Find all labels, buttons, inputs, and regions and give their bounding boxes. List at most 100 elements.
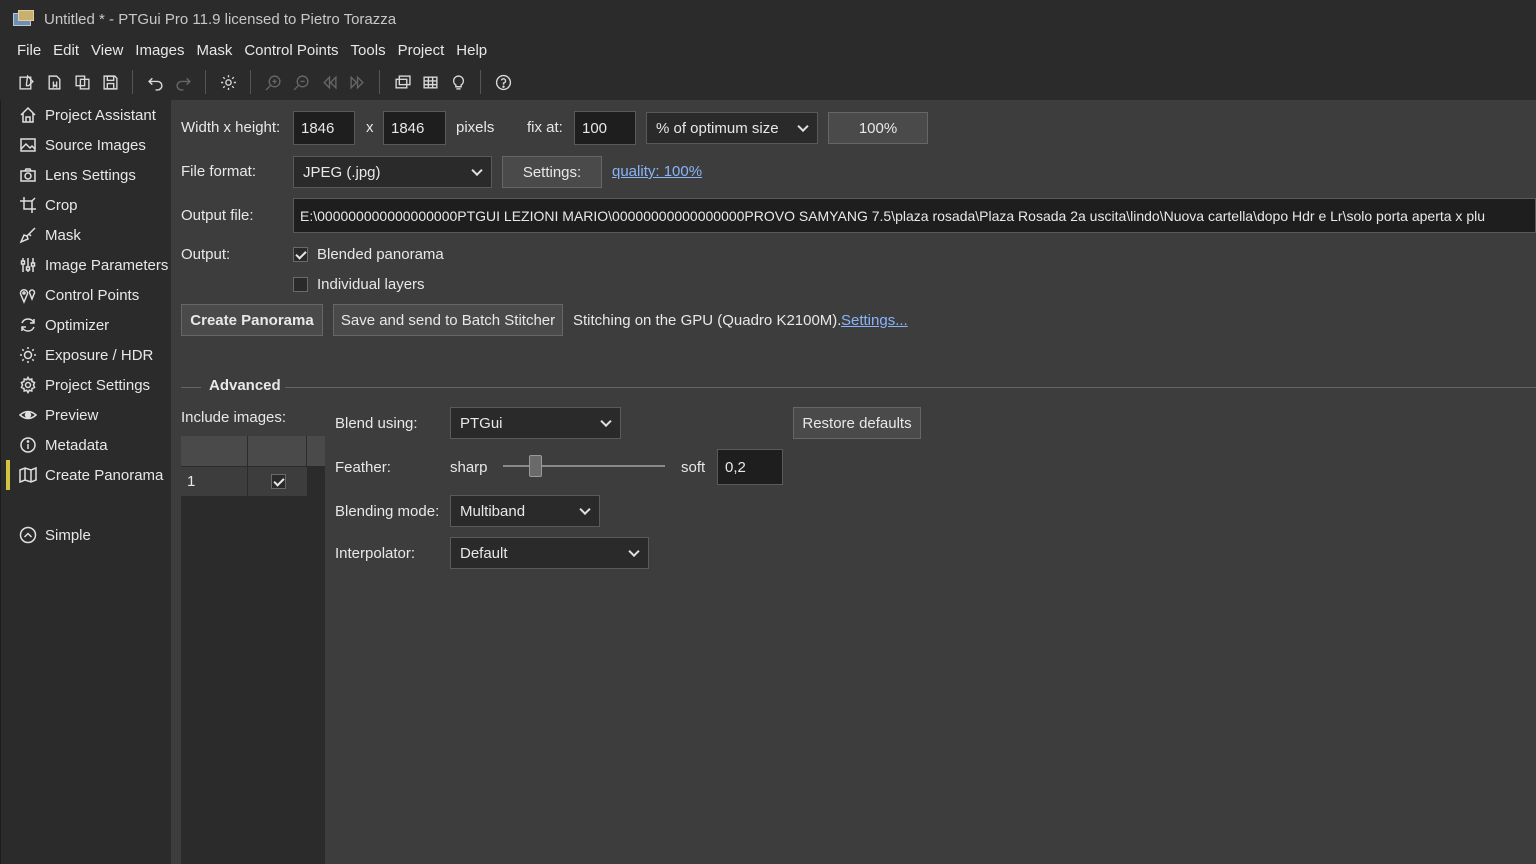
redo-icon[interactable] — [169, 68, 197, 96]
blended-panorama-checkbox[interactable] — [293, 247, 308, 262]
control-points-icon — [18, 285, 38, 305]
menu-edit[interactable]: Edit — [47, 39, 85, 63]
sharp-label: sharp — [450, 459, 488, 476]
sidebar-item-source-images[interactable]: Source Images — [1, 130, 171, 160]
blend-using-select[interactable]: PTGui — [450, 407, 621, 439]
settings-gear-icon[interactable] — [214, 68, 242, 96]
sidebar-item-label: Preview — [45, 406, 99, 424]
brush-icon — [18, 225, 38, 245]
soft-label: soft — [681, 459, 706, 476]
menu-control-points[interactable]: Control Points — [238, 39, 344, 63]
individual-layers-checkbox[interactable] — [293, 277, 308, 292]
sidebar-item-label: Optimizer — [45, 316, 110, 334]
include-images-label: Include images: — [181, 409, 287, 426]
x-separator-label: x — [366, 119, 374, 136]
interpolator-select[interactable]: Default — [450, 537, 649, 569]
sidebar-item-label: Source Images — [45, 136, 146, 154]
output-file-input[interactable]: E:\000000000000000000PTGUI LEZIONI MARIO… — [293, 198, 1536, 233]
sidebar-item-create-panorama[interactable]: Create Panorama — [1, 460, 171, 490]
width-input[interactable]: 1846 — [293, 111, 355, 145]
advanced-divider-left — [181, 387, 201, 388]
percent-button[interactable]: 100% — [828, 112, 928, 144]
help-icon[interactable] — [489, 68, 517, 96]
create-panorama-panel: Width x height: 1846 x 1846 pixels fix a… — [171, 100, 1536, 864]
sidebar-item-mask[interactable]: Mask — [1, 220, 171, 250]
menu-mask[interactable]: Mask — [190, 39, 238, 63]
fix-mode-select[interactable]: % of optimum size — [646, 112, 818, 144]
width-height-label: Width x height: — [181, 119, 281, 136]
previous-image-icon[interactable] — [315, 68, 343, 96]
sidebar-item-label: Crop — [45, 196, 78, 214]
image-index: 1 — [181, 467, 248, 497]
blending-mode-label: Blending mode: — [335, 503, 440, 520]
blending-mode-select[interactable]: Multiband — [450, 495, 600, 527]
sidebar-item-exposure-hdr[interactable]: Exposure / HDR — [1, 340, 171, 370]
sliders-icon — [18, 255, 38, 275]
interpolator-label: Interpolator: — [335, 545, 416, 562]
feather-slider-track[interactable] — [503, 465, 665, 467]
batch-stitcher-button[interactable]: Save and send to Batch Stitcher — [333, 304, 563, 336]
next-image-icon[interactable] — [343, 68, 371, 96]
output-label: Output: — [181, 246, 231, 263]
fix-at-label: fix at: — [527, 119, 563, 136]
output-file-label: Output file: — [181, 207, 254, 224]
feather-slider-handle[interactable] — [529, 455, 542, 477]
eye-icon — [18, 405, 38, 425]
open-template-icon[interactable] — [40, 68, 68, 96]
file-format-select[interactable]: JPEG (.jpg) — [293, 156, 492, 188]
menu-file[interactable]: File — [11, 39, 47, 63]
toolbar-separator — [205, 70, 206, 94]
camera-icon — [18, 165, 38, 185]
chevron-down-icon — [471, 164, 483, 177]
save-icon[interactable] — [96, 68, 124, 96]
height-input[interactable]: 1846 — [383, 111, 446, 145]
chevron-down-icon — [797, 120, 809, 133]
sidebar-item-project-settings[interactable]: Project Settings — [1, 370, 171, 400]
sidebar-item-optimizer[interactable]: Optimizer — [1, 310, 171, 340]
sidebar-item-label: Control Points — [45, 286, 140, 304]
zoom-out-icon[interactable] — [287, 68, 315, 96]
undo-icon[interactable] — [141, 68, 169, 96]
sidebar-item-lens-settings[interactable]: Lens Settings — [1, 160, 171, 190]
menu-project[interactable]: Project — [392, 39, 451, 63]
sidebar-item-image-parameters[interactable]: Image Parameters — [1, 250, 171, 280]
fix-at-input[interactable]: 100 — [574, 111, 636, 145]
format-settings-button[interactable]: Settings: — [502, 156, 602, 188]
toolbar-separator — [132, 70, 133, 94]
include-image-checkbox[interactable] — [271, 474, 286, 489]
sidebar-item-metadata[interactable]: Metadata — [1, 430, 171, 460]
menu-view[interactable]: View — [85, 39, 129, 63]
window-title: Untitled * - PTGui Pro 11.9 licensed to … — [44, 10, 397, 28]
quality-link[interactable]: quality: 100% — [612, 162, 702, 182]
sun-icon — [18, 345, 38, 365]
sidebar-item-crop[interactable]: Crop — [1, 190, 171, 220]
table-editor-icon[interactable] — [416, 68, 444, 96]
create-panorama-button[interactable]: Create Panorama — [181, 304, 323, 336]
gpu-settings-link[interactable]: Settings... — [841, 311, 908, 331]
copy-project-icon[interactable] — [68, 68, 96, 96]
sidebar-item-label: Simple — [45, 526, 91, 544]
sidebar-item-project-assistant[interactable]: Project Assistant — [1, 100, 171, 130]
sidebar-item-control-points[interactable]: Control Points — [1, 280, 171, 310]
pixels-label: pixels — [456, 119, 495, 136]
panorama-editor-icon[interactable] — [388, 68, 416, 96]
sidebar-item-label: Image Parameters — [45, 256, 169, 274]
menu-help[interactable]: Help — [450, 39, 493, 63]
sidebar-item-label: Mask — [45, 226, 81, 244]
restore-defaults-button[interactable]: Restore defaults — [793, 407, 921, 439]
sidebar-item-simple[interactable]: Simple — [1, 520, 171, 550]
sidebar-item-preview[interactable]: Preview — [1, 400, 171, 430]
feather-label: Feather: — [335, 459, 391, 476]
advanced-divider-right — [285, 387, 1536, 388]
image-icon — [18, 135, 38, 155]
optimizer-icon — [18, 315, 38, 335]
new-project-icon[interactable] — [12, 68, 40, 96]
menu-images[interactable]: Images — [129, 39, 190, 63]
toolbar — [0, 64, 1536, 100]
zoom-in-icon[interactable] — [259, 68, 287, 96]
menu-tools[interactable]: Tools — [345, 39, 392, 63]
lightbulb-icon[interactable] — [444, 68, 472, 96]
file-format-value: JPEG (.jpg) — [303, 163, 381, 181]
feather-value-input[interactable]: 0,2 — [717, 449, 783, 485]
list-item[interactable]: 1 — [181, 467, 307, 497]
